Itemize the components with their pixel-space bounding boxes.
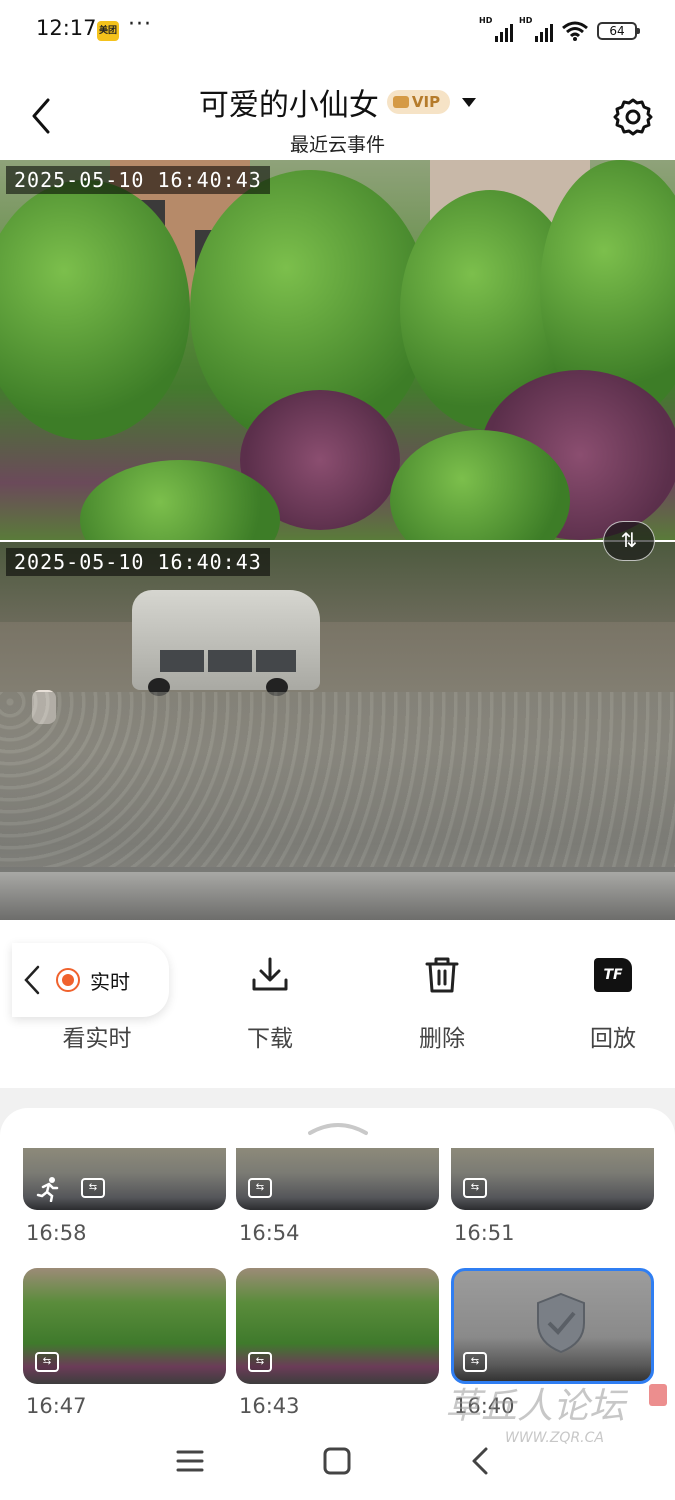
- ledge: [0, 872, 675, 920]
- clip-swap-icon: ⇆: [81, 1178, 105, 1198]
- status-bar: 12:17 美团 ··· HD HD 64: [0, 0, 675, 62]
- battery-icon: 64: [597, 22, 640, 40]
- paved-ground: [0, 692, 675, 867]
- download-label[interactable]: 下载: [210, 1019, 330, 1053]
- feed-timestamp: 2025-05-10 16:40:43: [6, 548, 270, 576]
- wifi-icon: [562, 21, 588, 41]
- event-time: 16:58: [26, 1221, 87, 1245]
- camera-feed-bottom[interactable]: 2025-05-10 16:40:43: [0, 542, 675, 920]
- motion-person-icon: [36, 1177, 59, 1202]
- event-time: 16:54: [239, 1221, 300, 1245]
- live-pill-button[interactable]: 实时: [12, 943, 169, 1017]
- status-indicators: HD HD 64: [479, 16, 640, 44]
- more-notifications-icon: ···: [128, 12, 152, 37]
- signal-icon: HD: [479, 16, 513, 42]
- shield-check-icon: [537, 1292, 585, 1354]
- meituan-app-icon: 美团: [97, 21, 119, 41]
- van-window: [208, 650, 252, 672]
- page-subtitle: 最近云事件: [289, 134, 385, 156]
- event-time: 16:51: [454, 1221, 515, 1245]
- home-icon[interactable]: [322, 1446, 352, 1476]
- svg-text:草丘人论坛: 草丘人论坛: [445, 1386, 629, 1427]
- signal-icon-2: HD: [519, 16, 553, 42]
- svg-text:WWW.ZQR.CA: WWW.ZQR.CA: [505, 1430, 604, 1446]
- chevron-left-icon: [24, 965, 40, 995]
- event-time: 16:47: [26, 1394, 87, 1418]
- signal-hd-label: HD: [479, 16, 493, 25]
- device-title[interactable]: 可爱的小仙女: [199, 80, 379, 124]
- settings-gear-icon[interactable]: [613, 97, 653, 137]
- event-thumbnail[interactable]: ⇆: [451, 1148, 654, 1210]
- clip-swap-icon: ⇆: [35, 1352, 59, 1372]
- nav-back-icon[interactable]: [466, 1446, 496, 1476]
- event-thumbnail[interactable]: ⇆: [23, 1268, 226, 1384]
- signal-hd-label-2: HD: [519, 16, 533, 25]
- clip-swap-icon: ⇆: [463, 1178, 487, 1198]
- watch-live-label[interactable]: 看实时: [37, 1019, 157, 1053]
- recent-apps-icon[interactable]: [175, 1446, 205, 1476]
- crown-icon: [392, 96, 409, 108]
- event-time: 16:43: [239, 1394, 300, 1418]
- swap-feeds-button[interactable]: ⇅: [603, 521, 655, 561]
- header-title-block[interactable]: 可爱的小仙女 VIP 最近云事件: [0, 80, 675, 157]
- trash-icon[interactable]: [422, 955, 462, 995]
- event-thumbnail-selected[interactable]: ⇆: [451, 1268, 654, 1384]
- van-window: [256, 650, 296, 672]
- van-window: [160, 650, 204, 672]
- playback-label[interactable]: 回放: [553, 1019, 673, 1053]
- event-thumbnail[interactable]: ⇆: [236, 1268, 439, 1384]
- download-icon[interactable]: [250, 955, 290, 995]
- camera-feed-top[interactable]: 2025-05-10 16:40:43: [0, 160, 675, 540]
- live-record-icon: [56, 968, 80, 992]
- dropdown-caret-icon[interactable]: [462, 97, 477, 107]
- feed-timestamp: 2025-05-10 16:40:43: [6, 166, 270, 194]
- vip-label: VIP: [411, 93, 441, 111]
- live-pill-label: 实时: [90, 969, 130, 994]
- delete-label[interactable]: 删除: [382, 1019, 502, 1053]
- clip-swap-icon: ⇆: [248, 1352, 272, 1372]
- vip-badge: VIP: [386, 90, 451, 114]
- clip-swap-icon: ⇆: [248, 1178, 272, 1198]
- panel-drag-handle-icon[interactable]: [308, 1119, 368, 1137]
- event-thumbnail[interactable]: ⇆: [236, 1148, 439, 1210]
- tf-card-icon[interactable]: TF: [594, 958, 632, 992]
- status-time: 12:17: [36, 16, 97, 40]
- event-thumbnail[interactable]: ⇆: [23, 1148, 226, 1210]
- parked-van: [132, 590, 320, 696]
- clip-swap-icon: ⇆: [463, 1352, 487, 1372]
- forum-watermark-logo: 草丘人论坛 WWW.ZQR.CA: [445, 1384, 667, 1446]
